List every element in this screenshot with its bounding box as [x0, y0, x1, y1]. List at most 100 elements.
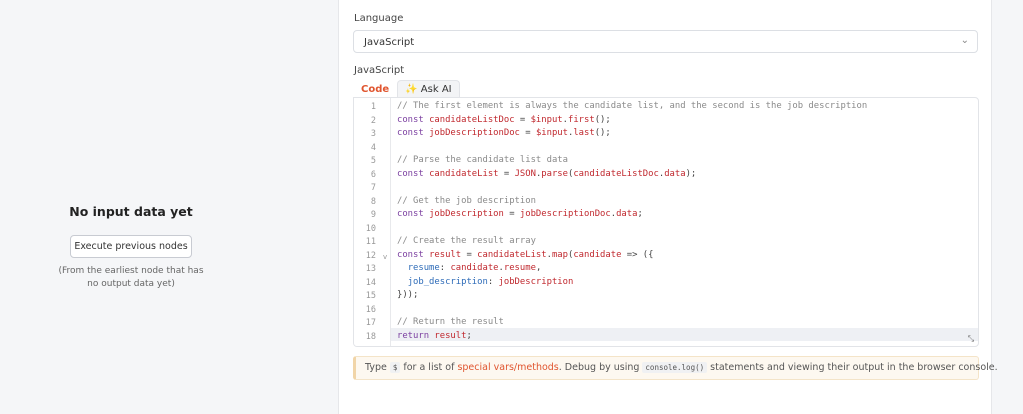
line-number: 14 — [365, 277, 376, 288]
code-token: (); — [594, 114, 611, 125]
code-token: data — [616, 209, 638, 219]
code-line: // Return the result — [397, 317, 504, 327]
line-number: 15 — [365, 291, 376, 301]
code-token: candidateListDoc — [573, 168, 659, 179]
code-token: data — [664, 168, 686, 179]
line-number: 7 — [370, 183, 376, 193]
no-input-title: No input data yet — [69, 204, 193, 219]
code-token: (); — [594, 128, 611, 138]
line-number: 10 — [365, 223, 376, 234]
code-line: // Get the job description — [397, 196, 536, 206]
code-line: resume: candidate.resume, — [397, 263, 542, 273]
notice-text: statements and viewing their output in t… — [707, 362, 998, 373]
code-line: const candidateListDoc = $input.first(); — [397, 115, 611, 125]
code-editor[interactable]: 1 2 3 4 5 6 7 8 9 10 11 12 13 14 15 16 17 18 // The first… — [353, 97, 979, 347]
code-token: // Parse the candidate list data — [397, 155, 568, 165]
code-line: const result = candidateList.map(candida… — [397, 250, 654, 260]
code-token: candidateList — [477, 249, 547, 260]
code-token: jobDescription — [498, 276, 574, 287]
code-line: // Parse the candidate list data — [397, 155, 568, 165]
language-label: Language — [354, 13, 404, 24]
execute-previous-nodes-button[interactable]: Execute previous nodes — [70, 235, 192, 258]
chevron-down-icon: ⌄ — [960, 35, 969, 46]
tab-ask-ai[interactable]: ✨ Ask AI — [397, 80, 460, 98]
code-token: : — [439, 263, 451, 273]
notice-code: $ — [389, 362, 401, 373]
line-number: 6 — [370, 169, 376, 180]
hint-line: (From the earliest node that has — [58, 266, 204, 276]
line-number: 4 — [370, 142, 376, 153]
sparkle-icon: ✨ — [405, 84, 418, 95]
line-number: 1 — [370, 102, 376, 112]
line-number: 16 — [365, 304, 376, 315]
code-token: = — [514, 114, 531, 125]
code-token: const — [397, 249, 430, 260]
tab-label: Ask AI — [420, 84, 452, 95]
language-select[interactable]: JavaScript ⌄ — [353, 30, 978, 53]
resize-handle-icon[interactable]: ⤡ — [966, 334, 976, 344]
code-token: candidateListDoc — [429, 114, 515, 125]
code-token: const — [397, 128, 430, 138]
line-gutter: 1 2 3 4 5 6 7 8 9 10 11 12 13 14 15 16 17 18 — [354, 98, 391, 346]
code-token: const — [397, 168, 430, 179]
code-token: candidate — [450, 263, 499, 273]
notice-code: console.log() — [642, 362, 708, 373]
line-number: 9 — [370, 210, 376, 220]
code-token: jobDescriptionDoc — [519, 209, 611, 219]
code-token: $input — [530, 114, 563, 125]
code-token: ; — [637, 209, 643, 219]
code-token: // Return the result — [397, 317, 504, 327]
code-line: })); — [397, 290, 418, 300]
notice-text: Type — [365, 362, 390, 373]
parameters-panel: Language JavaScript ⌄ JavaScript Code ✨ A… — [338, 0, 998, 414]
line-number: 8 — [370, 196, 376, 207]
code-token: JSON — [514, 168, 536, 179]
line-number: 2 — [370, 115, 376, 126]
notice-text: . Debug by using — [558, 362, 643, 373]
line-number: 11 — [365, 237, 376, 247]
hint-notice: Type $ for a list of special vars/method… — [353, 356, 998, 380]
code-token: result — [429, 249, 462, 260]
code-line: // The first element is always the candi… — [397, 101, 867, 111]
code-label: JavaScript — [354, 65, 405, 76]
line-number: 17 — [365, 318, 376, 328]
notice-text: for a list of — [400, 362, 458, 373]
code-token: resume — [407, 263, 440, 273]
code-token: jobDescriptionDoc — [429, 128, 520, 138]
hint-line: no output data yet) — [87, 279, 175, 289]
code-token: , — [535, 263, 542, 273]
line-number: 12 — [365, 250, 376, 261]
special-vars-link[interactable]: special vars/methods — [457, 362, 558, 373]
code-line: const jobDescriptionDoc = $input.last(); — [397, 128, 611, 138]
code-line: job_description: jobDescription — [397, 276, 574, 287]
code-token: $input — [535, 128, 568, 138]
fold-chevron-icon[interactable]: v — [383, 253, 387, 261]
code-token: = — [519, 128, 536, 138]
code-line: const jobDescription = jobDescriptionDoc… — [397, 209, 643, 219]
code-token: last — [573, 128, 595, 138]
code-token: return — [397, 330, 435, 341]
code-token: ; — [466, 330, 472, 341]
tab-code[interactable]: Code — [353, 80, 398, 98]
code-token: = — [461, 249, 478, 260]
line-number: 18 — [365, 331, 376, 342]
code-token: = — [498, 168, 515, 179]
code-token: candidateList — [429, 168, 499, 179]
code-token: jobDescription — [429, 209, 504, 219]
code-line: // Create the result array — [397, 236, 536, 246]
code-token: ); — [685, 168, 697, 179]
code-token: })); — [397, 290, 419, 300]
code-token: // Create the result array — [397, 236, 536, 246]
code-token: const — [397, 209, 430, 219]
code-token: job_description — [407, 276, 488, 287]
code-token: parse — [541, 168, 568, 179]
code-line: const candidateList = JSON.parse(candida… — [397, 169, 696, 179]
code-token: = — [503, 209, 520, 219]
line-number: 5 — [370, 156, 376, 166]
input-panel: No input data yet Execute previous nodes… — [0, 0, 338, 414]
code-token: => ({ — [621, 249, 654, 260]
code-token: map — [551, 249, 568, 260]
code-line: return result; — [397, 331, 472, 341]
code-token: candidate — [573, 249, 622, 260]
